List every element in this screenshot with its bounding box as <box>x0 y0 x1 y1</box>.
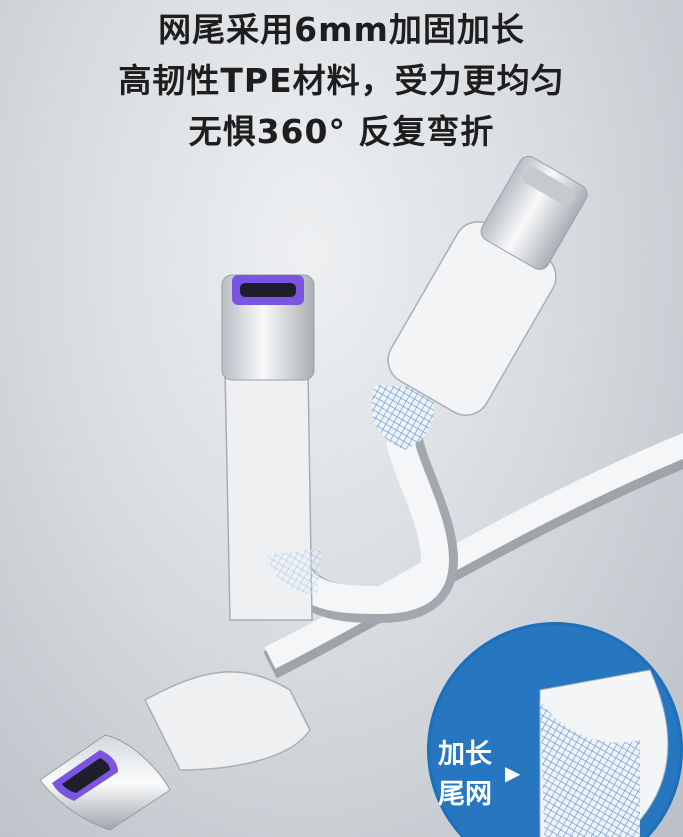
headline-line-1: 网尾采用6mm加固加长 <box>158 10 525 49</box>
connector-right <box>387 155 588 416</box>
triangle-right-icon: ▶ <box>505 761 521 785</box>
main-cable <box>263 432 683 679</box>
headline-line-2: 高韧性TPE材料，受力更均匀 <box>118 61 565 100</box>
connector-left <box>221 274 322 621</box>
connector-bottom <box>39 671 311 831</box>
product-image: 网尾采用6mm加固加长 高韧性TPE材料，受力更均匀 无惧360° 反复弯折 加… <box>0 0 683 837</box>
headline: 网尾采用6mm加固加长 高韧性TPE材料，受力更均匀 无惧360° 反复弯折 <box>0 4 683 157</box>
headline-line-3: 无惧360° 反复弯折 <box>188 112 495 151</box>
